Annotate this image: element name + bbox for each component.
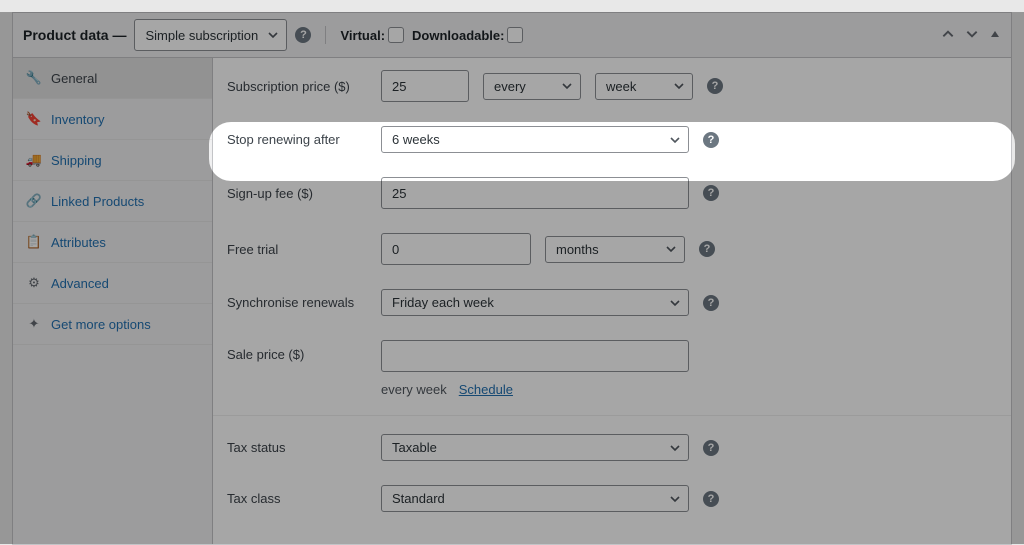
- list-icon: 📋: [27, 234, 41, 250]
- stop-renewing-select[interactable]: 6 weeks: [381, 126, 689, 153]
- panel-header-controls: [941, 27, 1001, 44]
- row-sale-price: Sale price ($) every week Schedule: [213, 328, 1011, 409]
- product-tabs: 🔧 General 🔖 Inventory 🚚 Shipping 🔗 Linke…: [13, 58, 213, 544]
- separator: [325, 26, 326, 44]
- tax-class-select[interactable]: Standard: [381, 485, 689, 512]
- billing-interval-select[interactable]: every: [483, 73, 581, 100]
- tab-linked-products[interactable]: 🔗 Linked Products: [13, 181, 212, 222]
- help-icon[interactable]: ?: [703, 185, 719, 201]
- billing-period-select-wrap: week: [595, 73, 693, 100]
- panel-body: 🔧 General 🔖 Inventory 🚚 Shipping 🔗 Linke…: [13, 58, 1011, 544]
- tab-inventory[interactable]: 🔖 Inventory: [13, 99, 212, 140]
- tab-attributes[interactable]: 📋 Attributes: [13, 222, 212, 263]
- product-type-select-wrap: Simple subscription: [134, 19, 287, 51]
- virtual-checkbox[interactable]: [388, 27, 404, 43]
- gear-icon: ⚙: [27, 275, 41, 291]
- link-icon: 🔗: [27, 193, 41, 209]
- downloadable-checkbox[interactable]: [507, 27, 523, 43]
- help-icon[interactable]: ?: [707, 78, 723, 94]
- row-sync-renewals: Synchronise renewals Friday each week ?: [213, 277, 1011, 328]
- tab-advanced[interactable]: ⚙ Advanced: [13, 263, 212, 304]
- help-icon[interactable]: ?: [703, 440, 719, 456]
- row-stop-renewing: Stop renewing after 6 weeks ?: [213, 114, 1011, 165]
- schedule-link[interactable]: Schedule: [459, 382, 513, 397]
- panel-title: Product data —: [23, 27, 126, 43]
- product-general-content: Subscription price ($) every week ? Stop…: [213, 58, 1011, 544]
- row-tax-status: Tax status Taxable ?: [213, 422, 1011, 473]
- help-icon[interactable]: ?: [295, 27, 311, 43]
- signup-fee-input[interactable]: [381, 177, 689, 209]
- chevron-up-icon[interactable]: [941, 27, 955, 44]
- tab-general[interactable]: 🔧 General: [13, 58, 212, 99]
- help-icon[interactable]: ?: [703, 295, 719, 311]
- divider: [213, 415, 1011, 416]
- row-free-trial: Free trial months ?: [213, 221, 1011, 277]
- free-trial-unit-select[interactable]: months: [545, 236, 685, 263]
- billing-period-select[interactable]: week: [595, 73, 693, 100]
- row-signup-fee: Sign-up fee ($) ?: [213, 165, 1011, 221]
- help-icon[interactable]: ?: [699, 241, 715, 257]
- free-trial-unit-select-wrap: months: [545, 236, 685, 263]
- spark-icon: ✦: [27, 316, 41, 332]
- sync-renewals-select[interactable]: Friday each week: [381, 289, 689, 316]
- tax-status-select[interactable]: Taxable: [381, 434, 689, 461]
- help-icon[interactable]: ?: [703, 491, 719, 507]
- panel-header: Product data — Simple subscription ? Vir…: [13, 13, 1011, 58]
- downloadable-checkbox-label[interactable]: Downloadable:: [412, 27, 523, 43]
- row-subscription-price: Subscription price ($) every week ?: [213, 58, 1011, 114]
- tab-shipping[interactable]: 🚚 Shipping: [13, 140, 212, 181]
- virtual-checkbox-label[interactable]: Virtual:: [340, 27, 404, 43]
- tag-icon: 🔖: [27, 111, 41, 127]
- collapse-icon[interactable]: [989, 28, 1001, 43]
- truck-icon: 🚚: [27, 152, 41, 168]
- row-tax-class: Tax class Standard ?: [213, 473, 1011, 524]
- product-data-panel: Product data — Simple subscription ? Vir…: [12, 12, 1012, 545]
- chevron-down-icon[interactable]: [965, 27, 979, 44]
- free-trial-input[interactable]: [381, 233, 531, 265]
- stop-renewing-select-wrap: 6 weeks: [381, 126, 689, 153]
- sync-renewals-select-wrap: Friday each week: [381, 289, 689, 316]
- help-icon[interactable]: ?: [703, 132, 719, 148]
- tax-status-select-wrap: Taxable: [381, 434, 689, 461]
- wrench-icon: 🔧: [27, 70, 41, 86]
- subscription-price-input[interactable]: [381, 70, 469, 102]
- billing-interval-select-wrap: every: [483, 73, 581, 100]
- product-type-select[interactable]: Simple subscription: [134, 19, 287, 51]
- sale-price-subline: every week Schedule: [381, 382, 689, 397]
- tax-class-select-wrap: Standard: [381, 485, 689, 512]
- tab-get-more-options[interactable]: ✦ Get more options: [13, 304, 212, 345]
- sale-price-input[interactable]: [381, 340, 689, 372]
